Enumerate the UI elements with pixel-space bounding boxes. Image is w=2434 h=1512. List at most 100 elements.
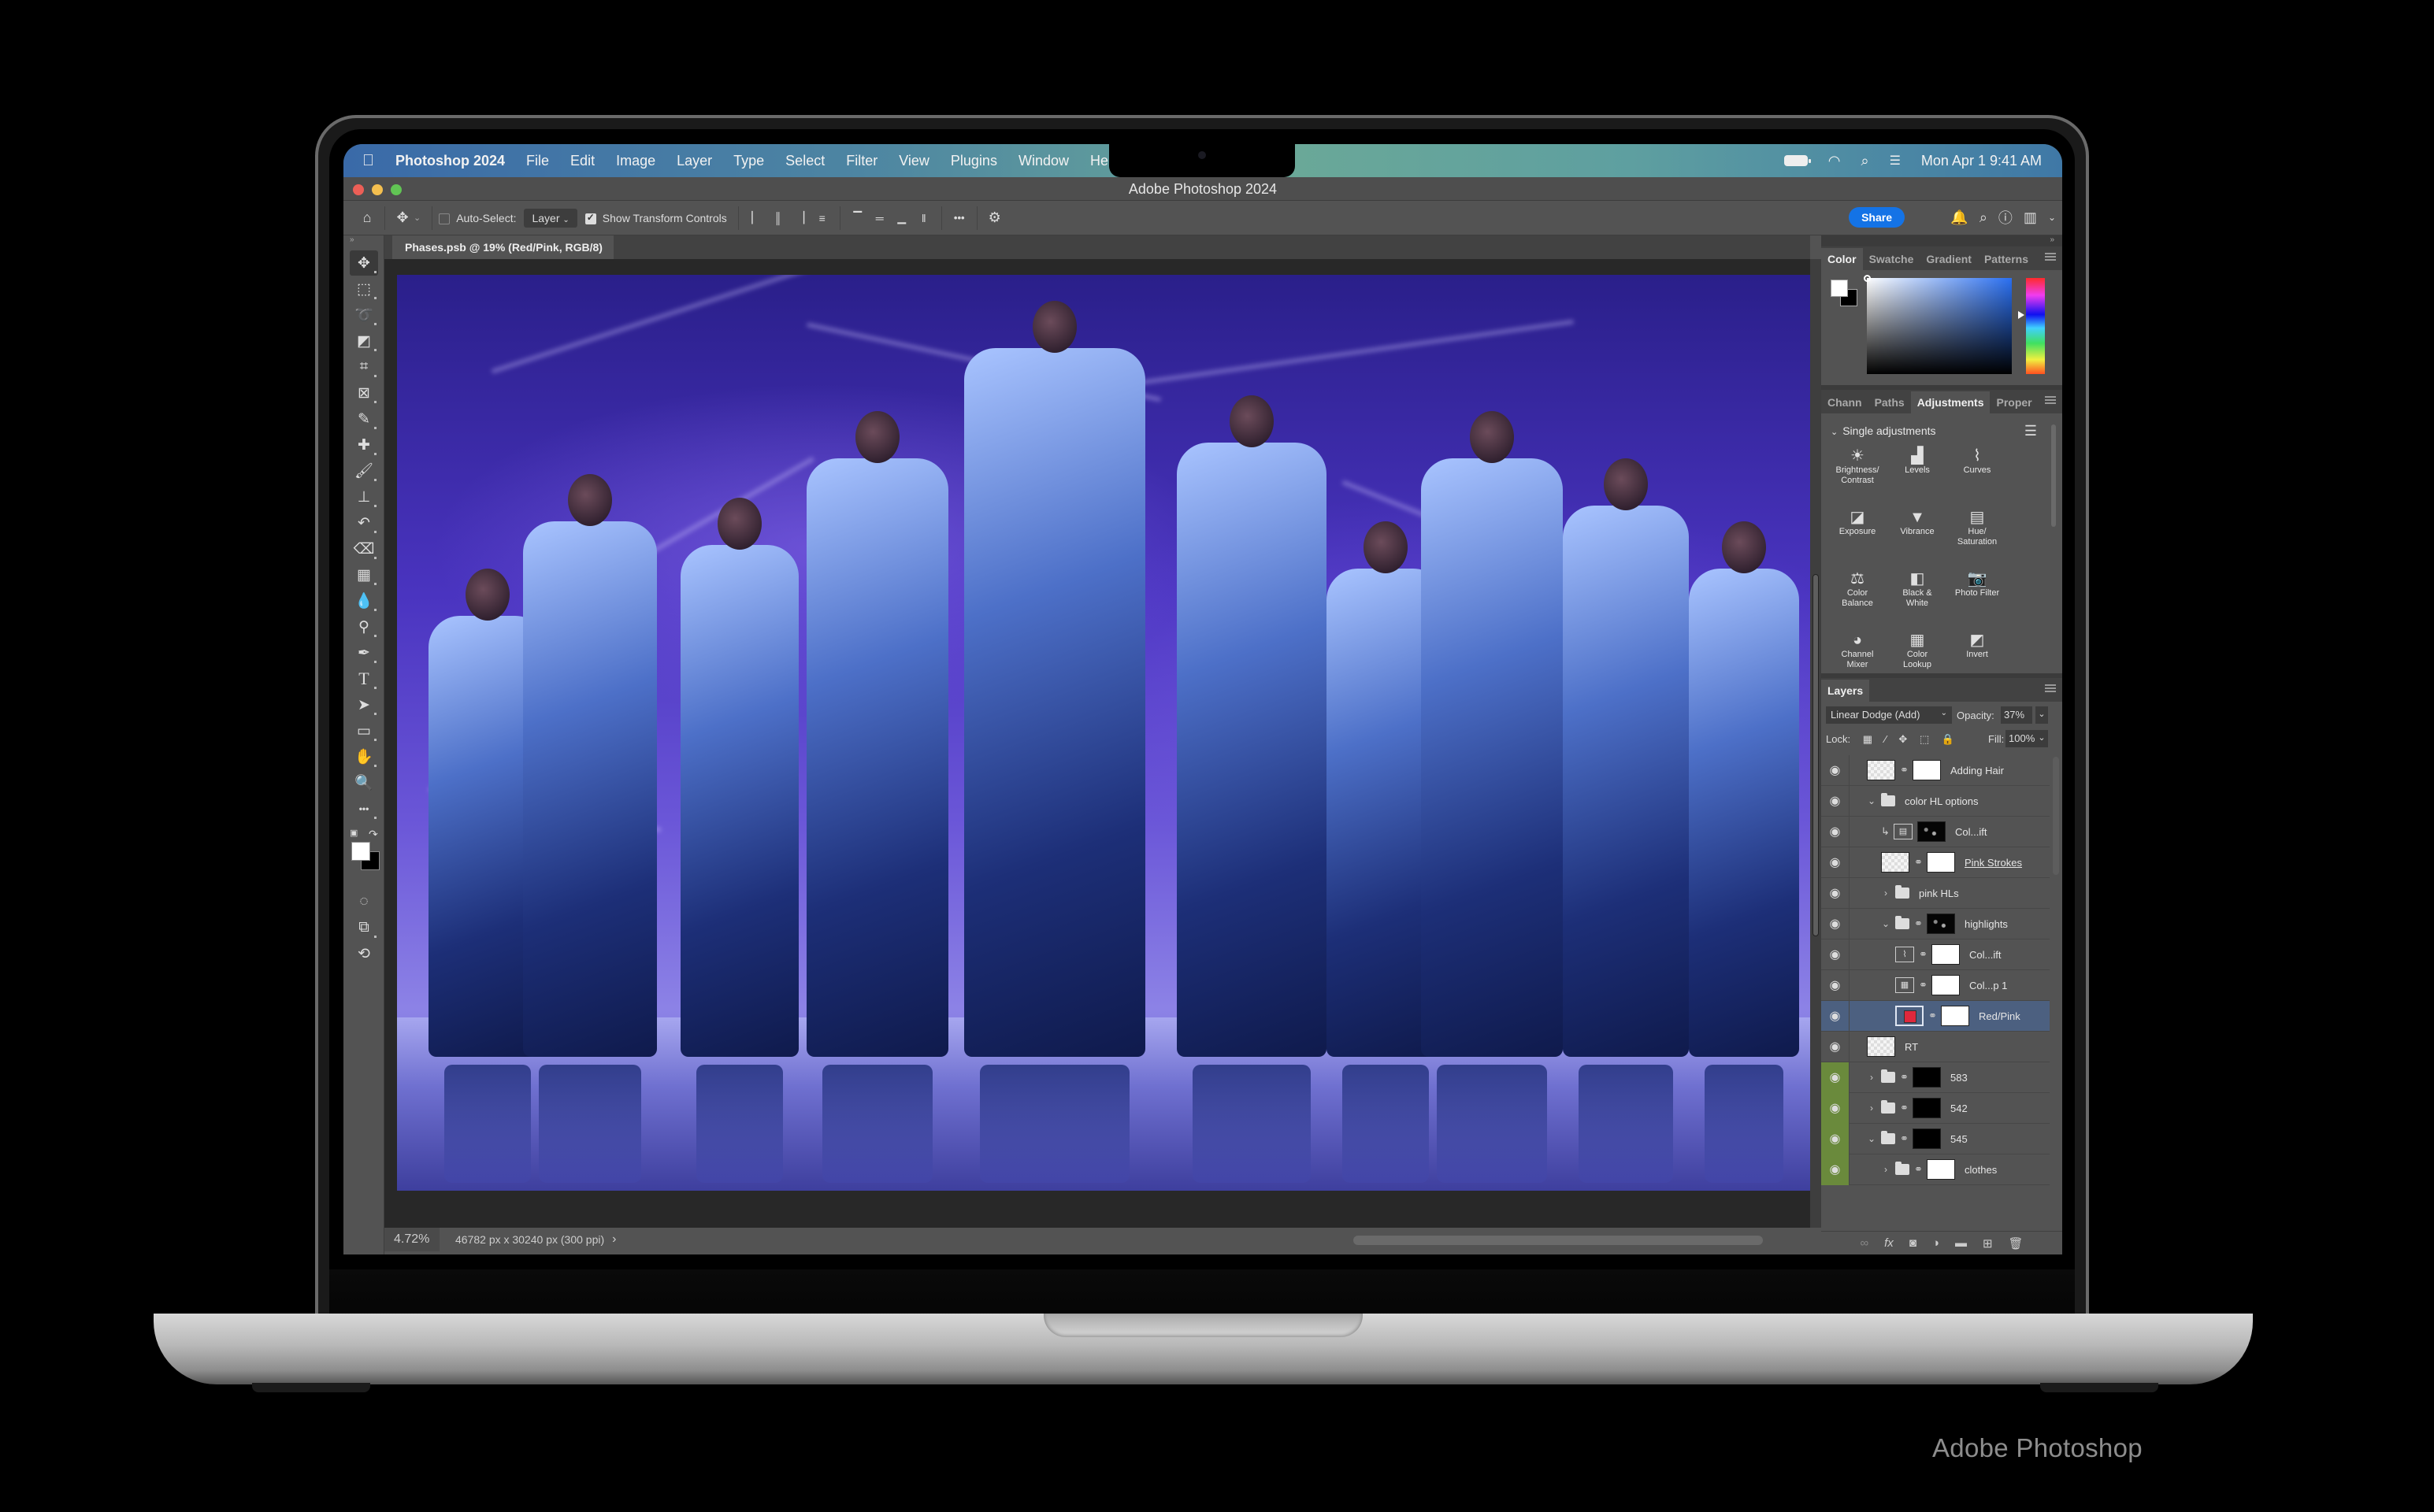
- canvas-area[interactable]: [384, 259, 1811, 1228]
- spot-healing-brush-tool-icon[interactable]: ✚: [350, 432, 378, 458]
- object-selection-tool-icon[interactable]: ◩: [350, 328, 378, 354]
- menu-layer[interactable]: Layer: [677, 153, 712, 169]
- menu-type[interactable]: Type: [733, 153, 764, 169]
- layer-name[interactable]: Pink Strokes: [1965, 857, 2022, 869]
- lock-image-icon[interactable]: ⁄: [1885, 733, 1887, 745]
- visibility-eye-icon[interactable]: ◉: [1821, 1000, 1850, 1032]
- chevron-down-icon[interactable]: ⌄: [2048, 212, 2056, 223]
- layer-row[interactable]: ◉ ↳ ▤ Col...ift: [1821, 816, 2050, 847]
- rectangular-marquee-tool-icon[interactable]: ⬚: [350, 276, 378, 302]
- generative-share-icon[interactable]: ⟲: [350, 941, 378, 966]
- help-icon[interactable]: ⓘ: [1998, 207, 2013, 228]
- add-mask-icon[interactable]: ◙: [1909, 1236, 1916, 1250]
- more-options-icon[interactable]: •••: [948, 207, 970, 229]
- distribute-icon[interactable]: ≡: [811, 207, 833, 229]
- layer-name[interactable]: Col...ift: [1955, 826, 1987, 838]
- show-transform-checkbox[interactable]: [584, 211, 603, 224]
- chevron-right-icon[interactable]: ›: [1867, 1102, 1876, 1114]
- pen-tool-icon[interactable]: ✒: [350, 640, 378, 665]
- scrollbar-thumb[interactable]: [1813, 574, 1819, 936]
- panel-menu-icon[interactable]: [2045, 396, 2056, 404]
- menu-file[interactable]: File: [526, 153, 549, 169]
- brush-tool-icon[interactable]: 🖌: [350, 458, 378, 484]
- link-icon[interactable]: ⚭: [1900, 1071, 1909, 1084]
- layer-row[interactable]: ◉ › ⚭ 542: [1821, 1092, 2050, 1124]
- menu-filter[interactable]: Filter: [846, 153, 878, 169]
- collapse-panels-icon[interactable]: »: [1821, 235, 2062, 245]
- layer-name[interactable]: RT: [1905, 1041, 1918, 1053]
- chevron-down-icon[interactable]: ⌄: [1881, 918, 1890, 929]
- gear-icon[interactable]: ⚙: [984, 207, 1006, 229]
- move-tool-icon[interactable]: ✥: [350, 250, 378, 276]
- adjustment-brightness-contrast[interactable]: ☀ Brightness/ Contrast: [1827, 447, 1887, 498]
- visibility-eye-icon[interactable]: ◉: [1821, 939, 1850, 970]
- adjustment-hue-saturation[interactable]: ▤ Hue/ Saturation: [1947, 508, 2007, 560]
- bell-icon[interactable]: 🔔: [1950, 209, 1968, 226]
- link-icon[interactable]: ⚭: [1900, 1132, 1909, 1145]
- lasso-tool-icon[interactable]: ➰: [350, 302, 378, 328]
- screen-mode-icon[interactable]: ⧉: [350, 915, 378, 940]
- document-canvas-image[interactable]: [397, 275, 1811, 1191]
- eyedropper-tool-icon[interactable]: ✎: [350, 406, 378, 432]
- auto-select-checkbox[interactable]: [439, 211, 456, 224]
- align-center-h-icon[interactable]: ║: [767, 207, 789, 229]
- fill-input[interactable]: 100%: [2005, 730, 2037, 747]
- battery-icon[interactable]: [1783, 155, 1811, 166]
- tab-properties[interactable]: Proper: [1990, 391, 2038, 413]
- layer-mask-thumbnail[interactable]: [1913, 1128, 1941, 1149]
- crop-tool-icon[interactable]: ⌗: [350, 354, 378, 380]
- visibility-eye-icon[interactable]: ◉: [1821, 816, 1850, 847]
- layer-name[interactable]: highlights: [1965, 918, 2008, 930]
- layer-mask-thumbnail[interactable]: [1927, 1159, 1955, 1180]
- list-view-icon[interactable]: ☰: [2024, 423, 2037, 439]
- adjustment-levels[interactable]: ▟ Levels: [1887, 447, 1947, 498]
- layer-mask-thumbnail[interactable]: [1931, 944, 1960, 965]
- layer-name[interactable]: Red/Pink: [1979, 1010, 2020, 1022]
- tab-layers[interactable]: Layers: [1821, 680, 1870, 702]
- fill-dropdown[interactable]: ⌄: [2035, 730, 2048, 747]
- visibility-eye-icon[interactable]: ◉: [1821, 1154, 1850, 1185]
- color-picker-field[interactable]: [1867, 278, 2012, 374]
- layer-row[interactable]: ◉ RT: [1821, 1031, 2050, 1062]
- path-selection-tool-icon[interactable]: ➤: [350, 692, 378, 717]
- dodge-tool-icon[interactable]: ⚲: [350, 614, 378, 639]
- visibility-eye-icon[interactable]: ◉: [1821, 877, 1850, 909]
- chevron-down-icon[interactable]: ⌄: [1867, 795, 1876, 806]
- menu-edit[interactable]: Edit: [570, 153, 595, 169]
- frame-tool-icon[interactable]: ⊠: [350, 380, 378, 406]
- opacity-input[interactable]: 37%: [2001, 706, 2032, 724]
- align-middle-v-icon[interactable]: ═: [869, 207, 891, 229]
- link-icon[interactable]: ⚭: [1900, 1102, 1909, 1114]
- hue-slider-pointer[interactable]: [2018, 311, 2024, 319]
- menu-window[interactable]: Window: [1018, 153, 1069, 169]
- layer-row[interactable]: ◉ ▦ ⚭ Col...p 1: [1821, 969, 2050, 1001]
- default-colors-icon[interactable]: ▣: [350, 828, 358, 838]
- layer-mask-thumbnail[interactable]: [1927, 914, 1955, 934]
- layer-name[interactable]: Col...p 1: [1969, 980, 2007, 991]
- layer-row[interactable]: ◉ › ⚭ clothes: [1821, 1154, 2050, 1185]
- layer-mask-thumbnail[interactable]: [1913, 760, 1941, 780]
- fx-icon[interactable]: fx: [1884, 1236, 1894, 1250]
- blend-mode-dropdown[interactable]: Linear Dodge (Add) ⌄: [1826, 706, 1952, 724]
- layer-name[interactable]: clothes: [1965, 1164, 1997, 1176]
- adjustment-photo-filter[interactable]: 📷 Photo Filter: [1947, 569, 2007, 621]
- new-layer-icon[interactable]: ⊞: [1983, 1236, 1993, 1251]
- menu-clock[interactable]: Mon Apr 1 9:41 AM: [1921, 153, 2042, 169]
- control-center-icon[interactable]: ☰: [1890, 153, 1901, 169]
- layer-row[interactable]: ◉ ⌇ ⚭ Col...ift: [1821, 939, 2050, 970]
- zoom-level[interactable]: 4.72%: [384, 1228, 440, 1251]
- quick-mask-icon[interactable]: ◌: [350, 889, 378, 914]
- adjustments-scrollbar[interactable]: [2051, 424, 2056, 527]
- tab-swatches[interactable]: Swatche: [1863, 248, 1920, 270]
- opacity-dropdown[interactable]: ⌄: [2035, 706, 2048, 724]
- adjustment-channel-mixer[interactable]: ◕ Channel Mixer: [1827, 631, 1887, 683]
- align-left-icon[interactable]: ▏: [745, 207, 767, 229]
- layer-row[interactable]: ◉ › ⚭ 583: [1821, 1062, 2050, 1093]
- adjustment-exposure[interactable]: ◪ Exposure: [1827, 508, 1887, 560]
- layer-name[interactable]: Adding Hair: [1950, 765, 2004, 776]
- link-layers-icon[interactable]: ∞: [1860, 1236, 1868, 1250]
- layer-mask-thumbnail[interactable]: [1927, 852, 1955, 873]
- tab-color[interactable]: Color: [1821, 248, 1863, 270]
- tab-adjustments[interactable]: Adjustments: [1910, 391, 1991, 413]
- lock-all-icon[interactable]: 🔒: [1942, 733, 1954, 745]
